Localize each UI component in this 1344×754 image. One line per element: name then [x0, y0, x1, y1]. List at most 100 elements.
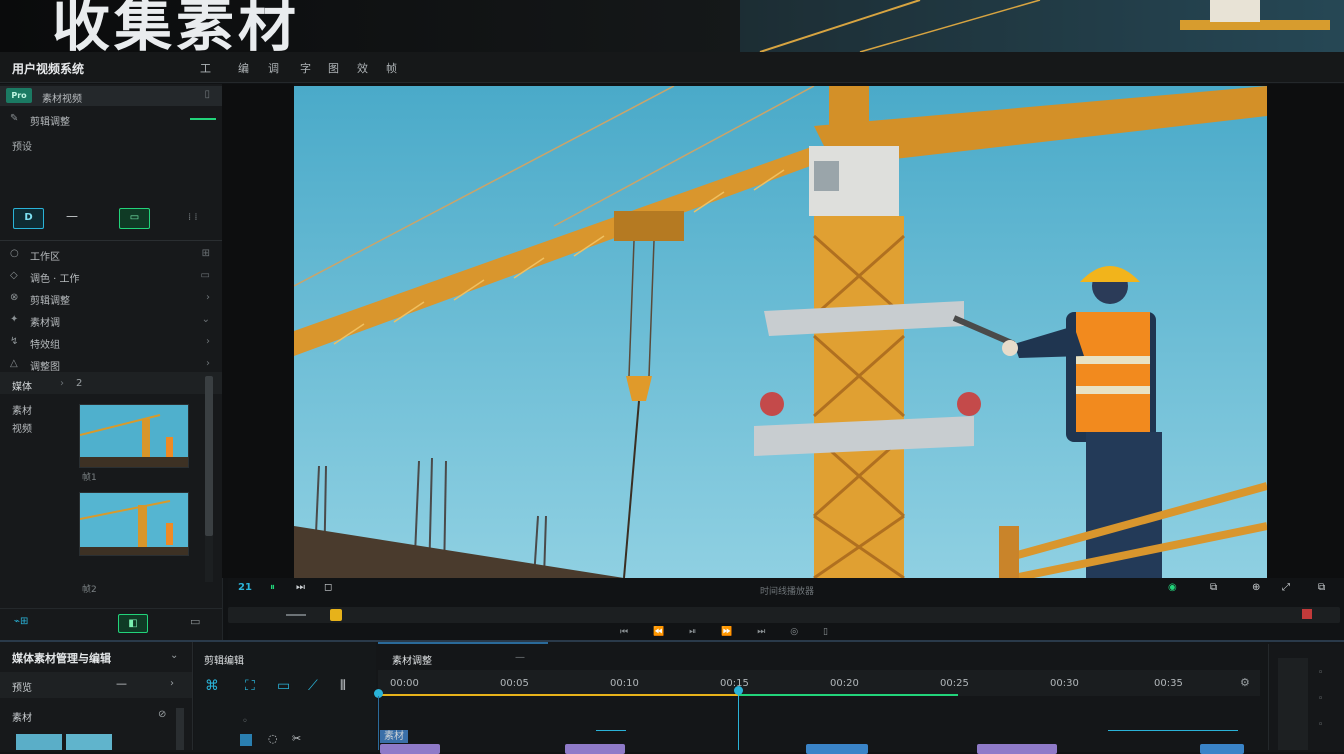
link-icon[interactable]: ⊘: [158, 709, 166, 720]
timeline-clip[interactable]: [380, 744, 440, 754]
meter-icon[interactable]: ◦: [1318, 720, 1323, 730]
in-point-line: [378, 696, 379, 750]
panel-item-trim[interactable]: ✎ 剪辑调整: [0, 108, 222, 130]
out-range-bar: [738, 694, 958, 696]
timeline-media-row[interactable]: 预览 — ›: [0, 672, 192, 698]
import-icon[interactable]: ⌁⊞: [14, 616, 28, 627]
fullscreen-icon[interactable]: ⤢: [1282, 582, 1290, 593]
list-item[interactable]: ✦ 素材调 ⌄: [0, 309, 222, 331]
footer-panel-icon[interactable]: ▭: [190, 615, 200, 628]
rewind-icon[interactable]: ⏪: [653, 627, 664, 637]
panel-item-source[interactable]: Pro 素材视频 ▯: [0, 86, 222, 106]
wrench-icon: ✎: [10, 113, 19, 124]
track-visibility-icon[interactable]: ◦: [242, 716, 248, 727]
menu-item-5[interactable]: 图: [328, 60, 339, 76]
list-item-shortcut: ›: [206, 336, 210, 347]
list-item[interactable]: ⊗ 剪辑调整 ›: [0, 287, 222, 309]
list-item-shortcut: ›: [206, 358, 210, 369]
preset-badge-right[interactable]: ▭: [119, 208, 150, 229]
settings-icon[interactable]: ⚙: [1240, 676, 1250, 689]
list-item-label: 工作区: [30, 252, 60, 263]
menu-item-3[interactable]: 调: [268, 60, 279, 76]
timeline-media-subtitle: 预览: [12, 683, 32, 694]
menu-item-7[interactable]: 帧: [386, 60, 397, 76]
media-thumbnail[interactable]: [79, 492, 189, 556]
ruler-label: 00:20: [830, 678, 859, 689]
chevron-right-icon[interactable]: ›: [170, 678, 174, 689]
ripple-tool-icon[interactable]: ⫴: [340, 678, 346, 694]
scrub-handle[interactable]: [330, 609, 342, 621]
timeline-clip[interactable]: [565, 744, 625, 754]
menu-item-2[interactable]: 编: [238, 60, 249, 76]
footer-badge[interactable]: ◧: [118, 614, 148, 633]
clip-connector: [1108, 730, 1238, 731]
copy-icon[interactable]: ⧉: [1210, 582, 1217, 593]
list-item[interactable]: ◇ 调色 · 工作 ▭: [0, 265, 222, 287]
clip-label[interactable]: 素材: [380, 730, 408, 743]
scrub-bar[interactable]: [228, 607, 1340, 623]
list-item[interactable]: ○ 工作区 ⊞: [0, 243, 222, 265]
bin-label: 视频: [12, 424, 32, 435]
presets-section-label: 预设: [12, 142, 32, 153]
media-scrollbar[interactable]: [176, 708, 184, 750]
loop-icon[interactable]: ◎: [790, 627, 798, 637]
timeline-ruler[interactable]: 00:00 00:05 00:10 00:15 00:20 00:25 00:3…: [378, 670, 1260, 696]
clip-connector: [596, 730, 626, 731]
tab-adjust[interactable]: 素材调整: [392, 652, 432, 667]
media-clip-thumb[interactable]: [16, 734, 62, 750]
window-icon[interactable]: ⧉: [1318, 582, 1325, 593]
app-title: 用户视频系统: [12, 62, 85, 76]
forward-icon[interactable]: ⏩: [721, 627, 732, 637]
circle-icon: ○: [10, 248, 19, 259]
blade-tool-icon[interactable]: ⟋: [308, 678, 318, 694]
select-tool-icon[interactable]: ▭: [277, 678, 290, 694]
bin-scrollbar[interactable]: [205, 376, 213, 582]
last-icon[interactable]: ⏭: [757, 627, 765, 637]
menu-item-4[interactable]: 字: [300, 60, 311, 76]
thumbnail-caption: 帧1: [82, 473, 97, 483]
video-preview[interactable]: [294, 86, 1267, 578]
menu-item-6[interactable]: 效: [357, 60, 368, 76]
marker-icon[interactable]: ▯: [823, 627, 828, 637]
meter-icon[interactable]: ◦: [1318, 694, 1323, 704]
chevron-down-icon[interactable]: ⌄: [170, 650, 178, 661]
panel-item-trim-label: 剪辑调整: [30, 117, 70, 128]
playhead-line[interactable]: [738, 694, 739, 750]
timeline-clip[interactable]: [977, 744, 1057, 754]
media-clip-thumb[interactable]: [66, 734, 112, 750]
first-icon[interactable]: ⏮: [620, 627, 628, 637]
timeline-media-item[interactable]: 素材: [12, 709, 32, 724]
list-item-label: 特效组: [30, 340, 60, 351]
stop-icon[interactable]: ◻: [324, 582, 332, 593]
chevron-right-icon[interactable]: ›: [60, 378, 64, 389]
list-item-shortcut: ⊞: [201, 248, 210, 259]
pin-icon[interactable]: ▯: [204, 89, 210, 100]
track-lock-icon[interactable]: ◌: [268, 732, 278, 745]
next-frame-icon[interactable]: ⏭: [296, 582, 305, 593]
list-item[interactable]: ↯ 特效组 ›: [0, 331, 222, 353]
preset-more-icon[interactable]: ⁞ ⁞: [188, 212, 198, 223]
scrub-tick: [286, 614, 306, 616]
track-video-icon[interactable]: [240, 734, 252, 746]
ruler-label: 00:05: [500, 678, 529, 689]
track-mute-icon[interactable]: ✂: [292, 732, 301, 745]
menu-item-1[interactable]: 工: [200, 60, 211, 76]
media-thumbnail[interactable]: [79, 404, 189, 468]
snap-tool-icon[interactable]: ⛶: [245, 678, 255, 694]
pause-icon[interactable]: ⏸: [270, 582, 275, 593]
link-tool-icon[interactable]: ⌘: [205, 678, 219, 694]
timeline-clip[interactable]: [1200, 744, 1244, 754]
transport-markers[interactable]: ⏮ ⏪ ⏯ ⏩ ⏭ ◎ ▯: [620, 627, 828, 637]
play-pause-icon[interactable]: ⏯: [689, 627, 696, 637]
zoom-icon[interactable]: ⊕: [1252, 582, 1260, 593]
divider: [0, 240, 222, 241]
tab-edit[interactable]: 剪辑编辑: [204, 652, 244, 667]
record-icon[interactable]: ◉: [1168, 582, 1177, 593]
scrub-marker[interactable]: [1302, 609, 1312, 619]
panel-item-source-label: 素材视频: [42, 94, 82, 105]
scrollbar-thumb[interactable]: [205, 376, 213, 536]
timeline-clip[interactable]: [806, 744, 868, 754]
meter-icon[interactable]: ◦: [1318, 668, 1323, 678]
preset-badge-left[interactable]: D: [13, 208, 44, 229]
bin-label: 素材: [12, 406, 32, 417]
